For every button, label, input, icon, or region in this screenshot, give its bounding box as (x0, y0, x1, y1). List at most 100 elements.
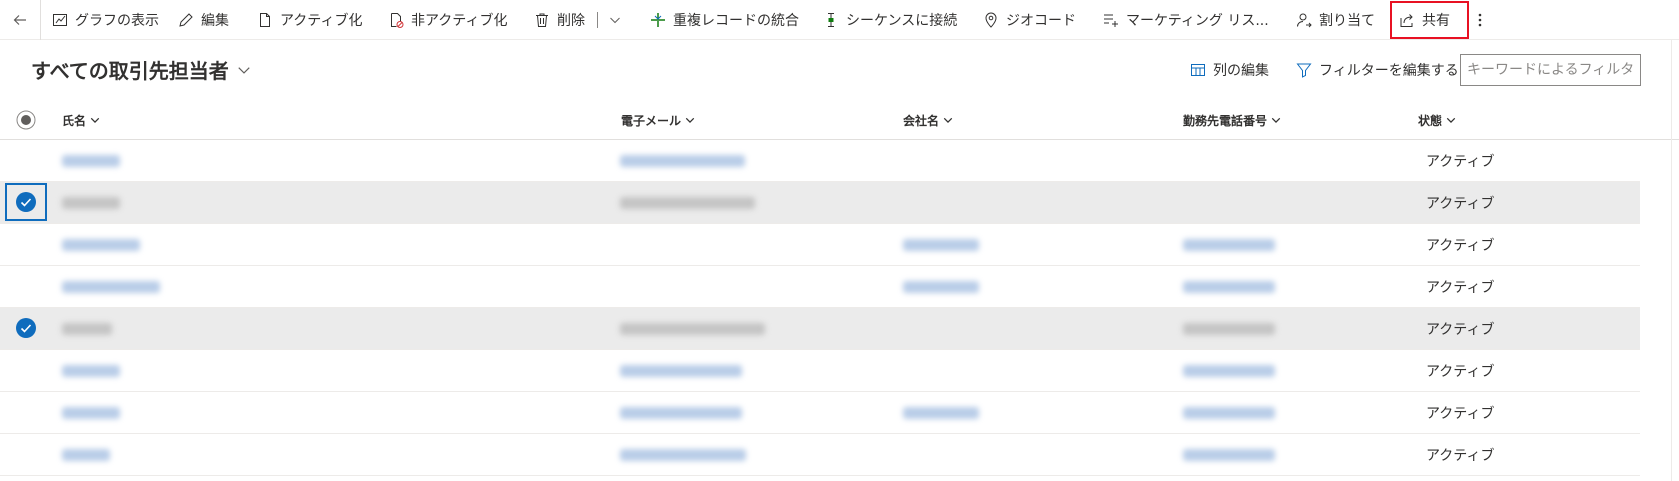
table-row[interactable]: アクティブ (0, 266, 1640, 308)
redacted-email[interactable] (620, 407, 742, 419)
redacted-name[interactable] (62, 155, 120, 167)
column-header-label: 電子メール (621, 113, 682, 128)
command-bar: グラフの表示 編集 アクティブ化 非アクティブ化 削除 重複レコードの統合 シー… (0, 0, 1679, 40)
column-header-business-phone[interactable]: 勤務先電話番号 (1183, 100, 1281, 140)
table-row[interactable]: アクティブ (0, 434, 1640, 476)
share-label: 共有 (1422, 13, 1450, 29)
merge-icon (651, 13, 665, 27)
connect-sequence-button[interactable]: シーケンスに接続 (823, 0, 957, 40)
filter-icon (1296, 63, 1312, 78)
redacted-name[interactable] (62, 449, 110, 461)
status-cell: アクティブ (1426, 154, 1495, 170)
marketing-list-label: マーケティング リス... (1126, 13, 1269, 29)
geocode-label: ジオコード (1006, 13, 1076, 29)
redacted-name[interactable] (62, 197, 120, 209)
connect-sequence-label: シーケンスに接続 (846, 13, 958, 29)
assign-button[interactable]: 割り当て (1296, 0, 1375, 40)
redacted-name[interactable] (62, 407, 120, 419)
column-header-status[interactable]: 状態 (1418, 100, 1456, 140)
select-all-checkbox[interactable] (16, 110, 36, 130)
redacted-phone[interactable] (1183, 281, 1275, 293)
redacted-email[interactable] (620, 449, 746, 461)
delete-label: 削除 (557, 13, 585, 29)
status-cell: アクティブ (1426, 364, 1495, 380)
document-icon (260, 13, 270, 27)
marketing-list-button[interactable]: マーケティング リス... (1103, 0, 1269, 40)
redacted-name[interactable] (62, 239, 140, 251)
more-commands-button[interactable] (1477, 0, 1483, 40)
chevron-down-icon (943, 117, 953, 123)
edit-filters-label: フィルターを編集する (1319, 63, 1459, 79)
table-row[interactable]: アクティブ (0, 182, 1640, 224)
more-vertical-icon (1478, 13, 1482, 27)
status-cell: アクティブ (1426, 406, 1495, 422)
activate-button[interactable]: アクティブ化 (257, 0, 362, 40)
trash-icon (536, 13, 548, 27)
status-cell: アクティブ (1426, 322, 1495, 338)
row-checkbox-checked[interactable] (14, 190, 38, 214)
sequence-icon (828, 13, 834, 27)
redacted-phone[interactable] (1183, 239, 1275, 251)
redacted-name[interactable] (62, 365, 120, 377)
view-selector[interactable]: すべての取引先担当者 (31, 55, 251, 84)
chart-icon (53, 14, 67, 26)
redacted-email[interactable] (620, 197, 755, 209)
table-row[interactable]: アクティブ (0, 392, 1640, 434)
toolbar-divider (40, 0, 41, 40)
redacted-company[interactable] (903, 281, 979, 293)
activate-label: アクティブ化 (280, 13, 363, 29)
edit-columns-button[interactable]: 列の編集 (1190, 56, 1269, 84)
deactivate-label: 非アクティブ化 (411, 13, 508, 29)
redacted-company[interactable] (903, 407, 979, 419)
status-cell: アクティブ (1426, 196, 1495, 212)
redacted-phone[interactable] (1183, 407, 1275, 419)
assign-label: 割り当て (1319, 13, 1375, 29)
delete-more-dropdown[interactable] (609, 0, 621, 40)
status-cell: アクティブ (1426, 280, 1495, 296)
view-title: すべての取引先担当者 (31, 59, 229, 83)
redacted-phone[interactable] (1183, 365, 1275, 377)
table-row[interactable]: アクティブ (0, 308, 1640, 350)
document-blocked-icon (391, 13, 404, 28)
redacted-phone[interactable] (1183, 449, 1275, 461)
column-header-name[interactable]: 氏名 (62, 100, 100, 140)
list-add-icon (1104, 14, 1118, 27)
merge-duplicates-label: 重複レコードの統合 (673, 13, 799, 29)
vertical-scrollbar-track[interactable] (1671, 40, 1672, 481)
redacted-name[interactable] (62, 281, 160, 293)
edit-button[interactable]: 編集 (178, 0, 229, 40)
edit-label: 編集 (201, 13, 229, 29)
chevron-down-icon (90, 117, 100, 123)
show-chart-button[interactable]: グラフの表示 (52, 0, 159, 40)
table-row[interactable]: アクティブ (0, 224, 1640, 266)
column-header-label: 状態 (1418, 113, 1443, 128)
merge-duplicates-button[interactable]: 重複レコードの統合 (650, 0, 799, 40)
edit-columns-label: 列の編集 (1213, 63, 1269, 79)
redacted-email[interactable] (620, 323, 765, 335)
deactivate-button[interactable]: 非アクティブ化 (388, 0, 507, 40)
share-icon (1400, 14, 1413, 27)
chevron-down-icon (1271, 117, 1281, 123)
chevron-down-icon (1446, 117, 1456, 123)
columns-icon (1191, 64, 1205, 76)
status-cell: アクティブ (1426, 448, 1495, 464)
delete-button[interactable]: 削除 (534, 0, 585, 40)
table-row[interactable]: アクティブ (0, 140, 1640, 182)
show-chart-label: グラフの表示 (75, 13, 159, 29)
redacted-company[interactable] (903, 239, 979, 251)
redacted-email[interactable] (620, 155, 745, 167)
column-header-label: 会社名 (903, 113, 940, 128)
redacted-email[interactable] (620, 365, 742, 377)
back-button[interactable] (0, 0, 40, 40)
keyword-filter-input[interactable] (1460, 54, 1641, 86)
chevron-down-icon (685, 117, 695, 123)
column-header-company[interactable]: 会社名 (903, 100, 953, 140)
edit-filters-button[interactable]: フィルターを編集する (1296, 56, 1459, 84)
column-header-email[interactable]: 電子メール (621, 100, 695, 140)
row-checkbox-checked[interactable] (14, 316, 38, 340)
table-row[interactable]: アクティブ (0, 350, 1640, 392)
redacted-name[interactable] (62, 323, 112, 335)
share-button[interactable]: 共有 (1390, 1, 1469, 39)
redacted-phone[interactable] (1183, 323, 1275, 335)
geocode-button[interactable]: ジオコード (983, 0, 1076, 40)
